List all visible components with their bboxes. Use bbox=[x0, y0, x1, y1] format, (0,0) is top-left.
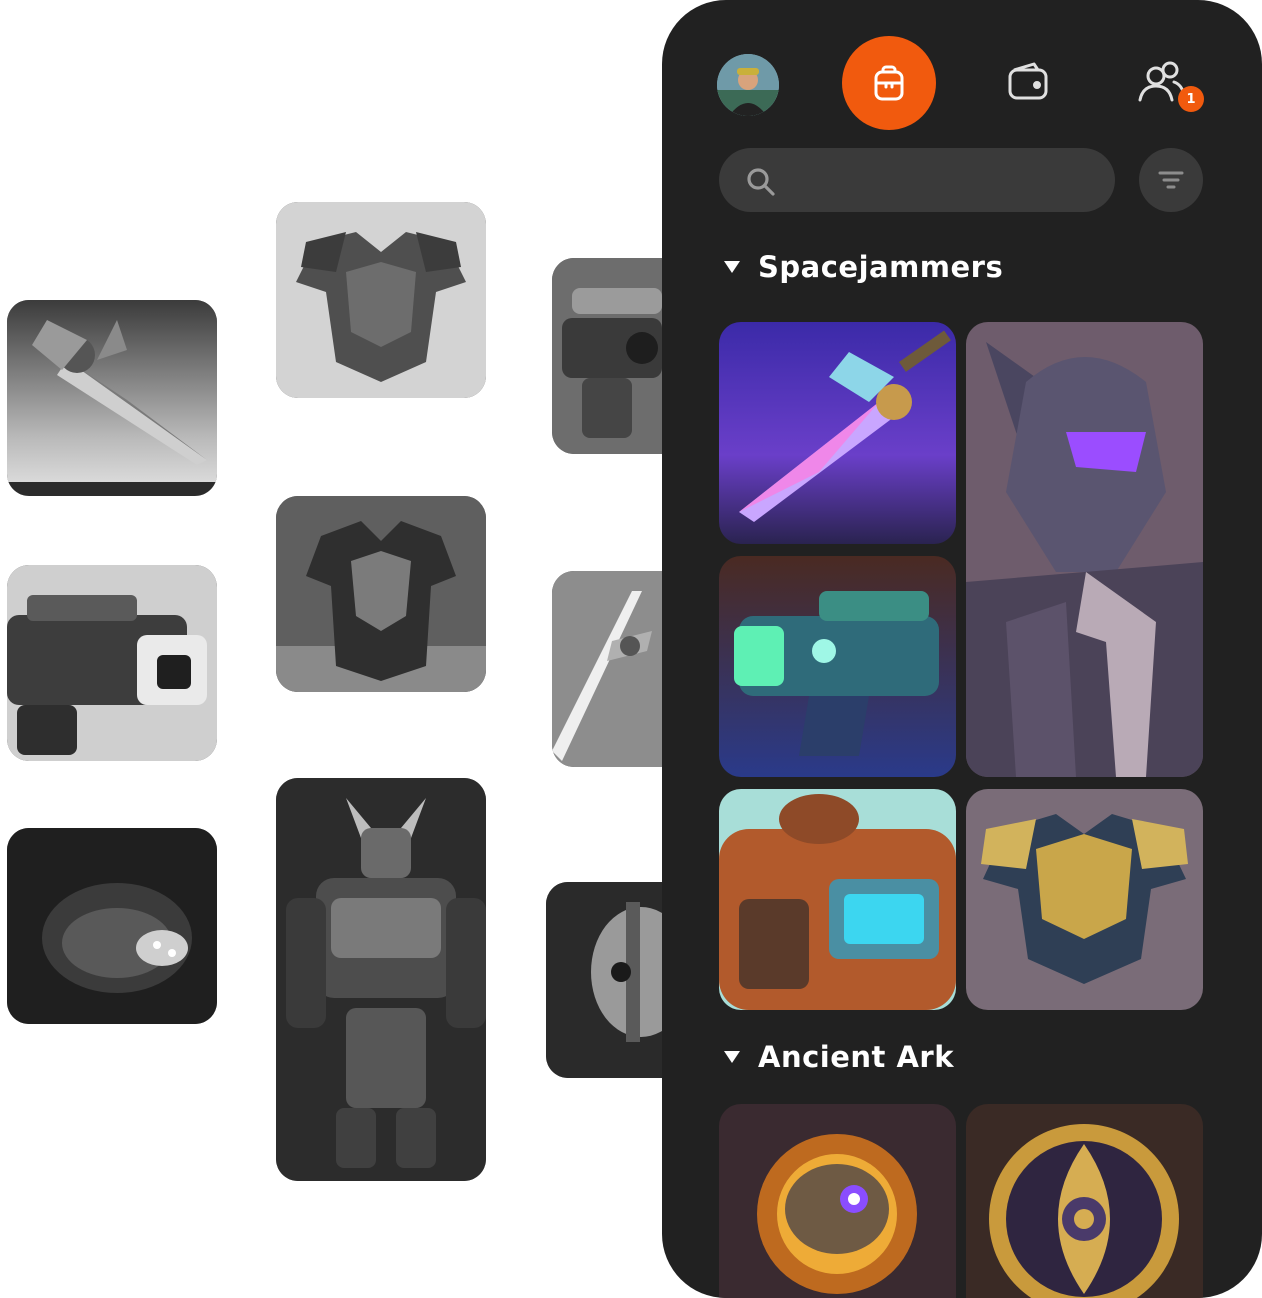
wallet-button[interactable] bbox=[1006, 60, 1050, 104]
caret-down-icon bbox=[724, 261, 740, 273]
item-card-golden-amulet[interactable] bbox=[966, 1104, 1203, 1298]
item-card-gold-chest-armor[interactable] bbox=[966, 789, 1203, 1010]
item-card-fire-orb[interactable] bbox=[719, 1104, 956, 1298]
friends-notification-badge: 1 bbox=[1178, 86, 1204, 112]
inventory-button[interactable] bbox=[842, 36, 936, 130]
bg-tile-sword bbox=[7, 300, 217, 496]
avatar[interactable] bbox=[717, 54, 779, 116]
filter-icon bbox=[1158, 171, 1184, 189]
bg-tile-skull-helmet bbox=[546, 882, 662, 1078]
bg-tile-chest-armor bbox=[276, 202, 486, 398]
backpack-icon bbox=[874, 65, 904, 101]
search-input[interactable] bbox=[719, 148, 1115, 212]
bg-tile-blaster-large bbox=[7, 565, 217, 761]
bg-tile-sword-2 bbox=[552, 571, 662, 767]
item-card-armored-knight[interactable] bbox=[966, 322, 1203, 777]
item-card-plasma-blaster[interactable] bbox=[719, 556, 956, 777]
bg-tile-orb-device bbox=[7, 828, 217, 1024]
section-title: Ancient Ark bbox=[758, 1040, 955, 1074]
section-header-ancient-ark[interactable]: Ancient Ark bbox=[724, 1040, 954, 1074]
filter-button[interactable] bbox=[1139, 148, 1203, 212]
section-title: Spacejammers bbox=[758, 250, 1004, 284]
caret-down-icon bbox=[724, 1051, 740, 1063]
wallet-icon bbox=[1008, 62, 1048, 100]
item-card-mech-vehicle[interactable] bbox=[719, 789, 956, 1010]
section-header-spacejammers[interactable]: Spacejammers bbox=[724, 250, 1003, 284]
inventory-panel: 1 Spacejammers Ancient Ark bbox=[662, 0, 1262, 1298]
bg-tile-mech-robot bbox=[276, 778, 486, 1181]
top-navigation: 1 bbox=[662, 0, 1262, 140]
item-card-energy-sword[interactable] bbox=[719, 322, 956, 544]
bg-tile-chest-armor-2 bbox=[276, 496, 486, 692]
bg-tile-blaster bbox=[552, 258, 662, 454]
